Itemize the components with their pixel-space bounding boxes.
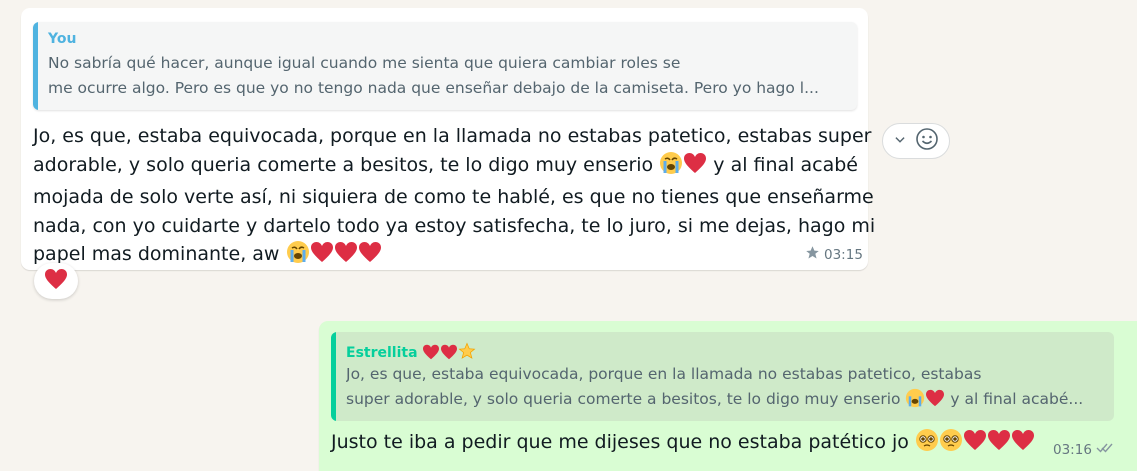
message-time: 03:16	[1053, 442, 1092, 458]
incoming-message-bubble[interactable]: You No sabría qué hacer, aunque igual cu…	[21, 8, 876, 273]
red-heart-emoji	[422, 344, 440, 364]
message-text: Justo te iba a pedir que me dijeses que …	[331, 428, 1035, 460]
quoted-message[interactable]: You No sabría qué hacer, aunque igual cu…	[33, 22, 857, 110]
message-time: 03:15	[824, 246, 863, 263]
quote-line: super adorable, y solo queria comerte a …	[346, 387, 1096, 416]
quote-author: Estrellita	[346, 342, 476, 364]
red-heart-emoji	[440, 344, 458, 364]
red-heart-icon	[44, 268, 68, 294]
quote-text: No sabría qué hacer, aunque igual cuando…	[48, 51, 839, 101]
quote-line: me ocurre algo. Pero es que yo no tengo …	[48, 79, 819, 97]
read-receipt-icon	[1096, 442, 1114, 458]
message-line: adorable, y solo queria comerte a besito…	[33, 151, 858, 184]
red-heart-emoji	[963, 429, 987, 459]
quote-line: No sabría qué hacer, aunque igual cuando…	[48, 54, 681, 72]
quote-line: Jo, es que, estaba equivocada, porque en…	[346, 365, 982, 383]
quote-accent-bar	[33, 22, 38, 110]
message-line: Jo, es que, estaba equivocada, porque en…	[33, 125, 872, 147]
crying-face-emoji	[659, 151, 683, 184]
message-line: mojada de solo verte así, ni siquiera de…	[33, 186, 874, 208]
red-heart-emoji	[925, 389, 945, 415]
crying-face-emoji	[286, 240, 310, 273]
quote-accent-bar	[331, 332, 336, 421]
quoted-message[interactable]: Estrellita Jo, es que, estaba equivocada…	[331, 332, 1114, 421]
star-icon	[805, 245, 820, 264]
glowing-star-emoji	[458, 342, 476, 364]
red-heart-emoji	[987, 429, 1011, 459]
red-heart-emoji	[683, 152, 707, 183]
quote-text: Jo, es que, estaba equivocada, porque en…	[346, 362, 1096, 416]
message-text: Jo, es que, estaba equivocada, porque en…	[33, 122, 876, 273]
red-heart-emoji	[310, 241, 334, 272]
crying-face-emoji	[905, 388, 925, 416]
message-line: papel mas dominante, aw	[33, 240, 853, 273]
red-heart-emoji	[1011, 429, 1035, 459]
message-meta: 03:15	[805, 245, 863, 264]
message-line: nada, con yo cuidarte y dartelo todo ya …	[33, 214, 876, 237]
pleading-face-emoji	[915, 428, 939, 460]
message-actions	[882, 123, 950, 159]
quote-author: You	[48, 31, 77, 47]
red-heart-emoji	[334, 241, 358, 272]
pleading-face-emoji	[939, 428, 963, 460]
red-heart-emoji	[358, 241, 382, 272]
message-meta: 03:16	[1053, 442, 1114, 458]
reaction-badge[interactable]	[34, 263, 78, 299]
emoji-reaction-icon[interactable]	[915, 127, 939, 155]
chevron-down-icon[interactable]	[893, 132, 907, 151]
outgoing-message-bubble[interactable]: Estrellita Jo, es que, estaba equivocada…	[319, 321, 1137, 471]
